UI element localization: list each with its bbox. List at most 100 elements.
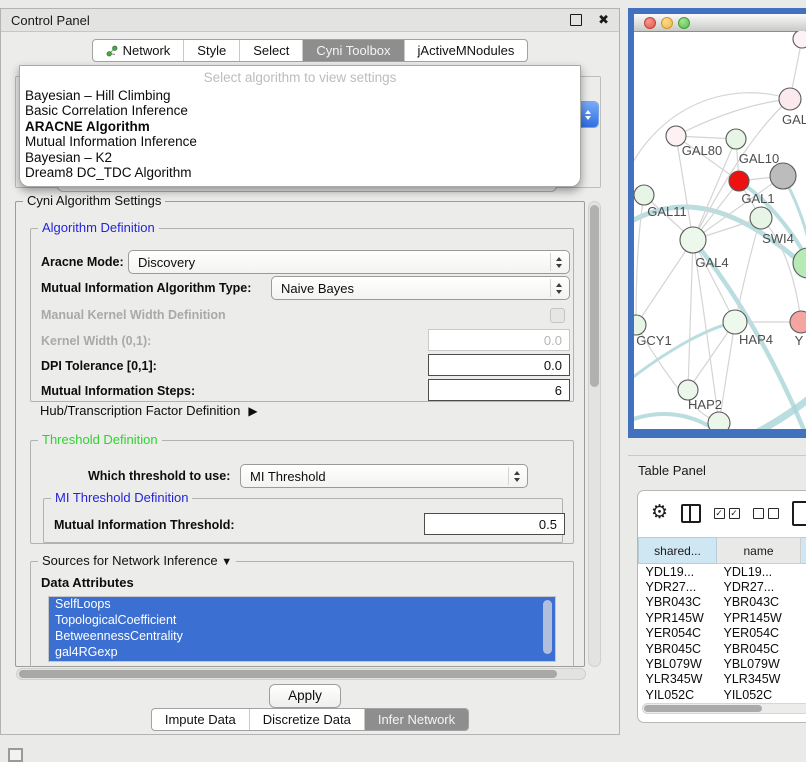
table-cell[interactable]: YBL079W	[717, 656, 801, 671]
table-row[interactable]: YDL19...YDL19...13	[639, 564, 806, 580]
table-cell[interactable]: YLR345W	[639, 672, 717, 687]
attribute-item-gal4rgexp[interactable]: gal4RGexp	[49, 645, 555, 661]
settings-horizontal-scrollbar[interactable]	[16, 668, 586, 680]
table-cell[interactable]: YDL19...	[717, 564, 801, 580]
table-cell[interactable]: 8.	[801, 626, 806, 641]
table-cell[interactable]: 9	[801, 687, 806, 702]
spinner-icon[interactable]	[550, 279, 566, 297]
node-gal10[interactable]	[726, 129, 746, 149]
column-view-icon[interactable]	[681, 504, 701, 523]
float-panel-icon[interactable]	[570, 14, 582, 26]
table-cell[interactable]: YDL19...	[639, 564, 717, 580]
tab-network[interactable]: Network	[93, 40, 184, 61]
node-salmon[interactable]	[790, 311, 806, 333]
deselect-all-checkboxes-icon[interactable]	[753, 508, 779, 519]
table-cell[interactable]: 12	[801, 579, 806, 594]
select-all-checkboxes-icon[interactable]: ✓✓	[714, 508, 740, 519]
scrollbar-thumb[interactable]	[644, 705, 762, 712]
table-cell[interactable]: YIL052C	[717, 687, 801, 702]
scrollbar-thumb[interactable]	[19, 670, 557, 678]
tab-style[interactable]: Style	[183, 40, 239, 61]
table-row[interactable]: YDR27...YDR27...12	[639, 579, 806, 594]
mi-type-combobox[interactable]: Naive Bayes	[271, 276, 570, 300]
table-cell[interactable]: 13	[801, 564, 806, 580]
list-scrollbar[interactable]	[543, 600, 552, 654]
table-row[interactable]: YLR345WYLR345W9.	[639, 672, 806, 687]
table-cell[interactable]	[801, 656, 806, 671]
spinner-icon[interactable]	[550, 253, 566, 271]
table-cell[interactable]: YPR145W	[717, 610, 801, 625]
dpi-tolerance-field[interactable]: 0.0	[428, 354, 570, 376]
table-cell[interactable]: YBR043C	[717, 595, 801, 610]
collapsed-panel-icon[interactable]	[8, 748, 23, 762]
node-top-partial[interactable]	[793, 31, 806, 48]
table-cell[interactable]: YER054C	[717, 626, 801, 641]
window-minimize-button[interactable]	[661, 17, 673, 29]
tab-discretize-data[interactable]: Discretize Data	[249, 709, 364, 730]
document-icon[interactable]	[792, 501, 806, 526]
table-row[interactable]: YBR043CYBR043C	[639, 595, 806, 610]
node-gray[interactable]	[770, 163, 796, 189]
table-cell[interactable]: YBR043C	[639, 595, 717, 610]
expand-arrow-icon[interactable]: ▶	[248, 404, 257, 418]
node-gal-top[interactable]	[779, 88, 801, 110]
dropdown-item-dream8-dc-tdc-algorithm[interactable]: Dream8 DC_TDC Algorithm	[20, 165, 580, 180]
table-cell[interactable]: YER054C	[639, 626, 717, 641]
tab-select[interactable]: Select	[239, 40, 302, 61]
node-gal4[interactable]	[680, 227, 706, 253]
table-cell[interactable]: YLR345W	[717, 672, 801, 687]
which-threshold-combobox[interactable]: MI Threshold	[240, 464, 528, 488]
node-hap4[interactable]	[723, 310, 747, 334]
manual-kernel-checkbox[interactable]	[550, 308, 565, 323]
table-row[interactable]: YBL079WYBL079W	[639, 656, 806, 671]
tab-infer-network[interactable]: Infer Network	[364, 709, 468, 730]
dropdown-item-mutual-information-inference[interactable]: Mutual Information Inference	[20, 134, 580, 149]
table-cell[interactable]: YIL052C	[639, 687, 717, 702]
table-cell[interactable]: YBR045C	[639, 641, 717, 656]
dropdown-item-aracne-algorithm[interactable]: ARACNE Algorithm	[20, 119, 580, 134]
table-cell[interactable]: YPR145W	[639, 610, 717, 625]
table-cell[interactable]: YBR045C	[717, 641, 801, 656]
tab-cyni-toolbox[interactable]: Cyni Toolbox	[302, 40, 403, 61]
window-close-button[interactable]	[644, 17, 656, 29]
scrollbar-thumb[interactable]	[590, 205, 599, 387]
table-horizontal-scrollbar[interactable]	[642, 703, 806, 714]
dropdown-item-basic-correlation-inference[interactable]: Basic Correlation Inference	[20, 103, 580, 118]
attribute-item-betweennesscentrality[interactable]: BetweennessCentrality	[49, 629, 555, 645]
settings-scrollbar[interactable]	[588, 201, 601, 667]
apply-button[interactable]: Apply	[269, 684, 341, 708]
column-header-3[interactable]	[801, 538, 806, 564]
node-swi4[interactable]	[793, 248, 806, 278]
table-row[interactable]: YPR145WYPR145W9.	[639, 610, 806, 625]
combobox-spinner-icon[interactable]	[578, 102, 598, 127]
table-cell[interactable]: YDR27...	[639, 579, 717, 594]
table-row[interactable]: YER054CYER054C8.	[639, 626, 806, 641]
node-red[interactable]	[729, 171, 749, 191]
table-cell[interactable]: 9.	[801, 672, 806, 687]
tab-jactivemnodules[interactable]: jActiveMNodules	[404, 40, 528, 61]
node-gal1[interactable]	[750, 207, 772, 229]
table-row[interactable]: YBR045CYBR045C9.	[639, 641, 806, 656]
column-header-shared[interactable]: shared...	[639, 538, 717, 564]
node-gcy1[interactable]	[634, 315, 646, 335]
tab-impute-data[interactable]: Impute Data	[152, 709, 249, 730]
table-cell[interactable]	[801, 595, 806, 610]
window-zoom-button[interactable]	[678, 17, 690, 29]
node-gal11[interactable]	[634, 185, 654, 205]
collapse-arrow-icon[interactable]: ▼	[221, 556, 232, 568]
mi-steps-field[interactable]: 6	[428, 379, 570, 401]
spinner-icon[interactable]	[508, 467, 524, 485]
network-canvas[interactable]: GALGAL80GAL10GAL1GAL11SWI4GAL4GCY1HAP4YH…	[634, 31, 806, 429]
attribute-item-topologicalcoefficient[interactable]: TopologicalCoefficient	[49, 613, 555, 629]
close-panel-icon[interactable]: ✖	[598, 15, 609, 25]
dropdown-item-bayesian-k2[interactable]: Bayesian – K2	[20, 150, 580, 165]
aracne-mode-combobox[interactable]: Discovery	[128, 250, 570, 274]
hub-definition-expander[interactable]: Hub/Transcription Factor Definition ▶	[40, 403, 258, 418]
attribute-item-selfloops[interactable]: SelfLoops	[49, 597, 555, 613]
table-row[interactable]: YIL052CYIL052C9	[639, 687, 806, 702]
dropdown-item-bayesian-hill-climbing[interactable]: Bayesian – Hill Climbing	[20, 88, 580, 103]
table-cell[interactable]: 9.	[801, 610, 806, 625]
table-cell[interactable]: YBL079W	[639, 656, 717, 671]
table-cell[interactable]: YDR27...	[717, 579, 801, 594]
gear-icon[interactable]: ⚙	[651, 503, 668, 523]
